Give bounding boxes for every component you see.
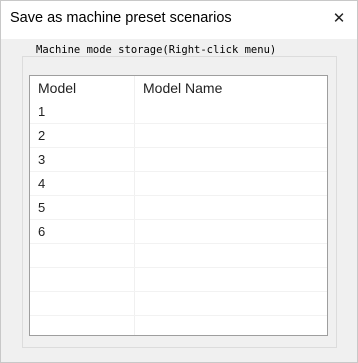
table-row[interactable]: [30, 244, 327, 268]
table-row[interactable]: 4: [30, 172, 327, 196]
group-label: Machine mode storage(Right-click menu): [33, 44, 280, 56]
table-row[interactable]: [30, 292, 327, 316]
column-header-model[interactable]: Model: [38, 80, 76, 96]
close-icon[interactable]: ✕: [328, 7, 350, 29]
model-cell: 2: [38, 128, 46, 143]
table-row[interactable]: 2: [30, 124, 327, 148]
model-cell: 6: [38, 224, 46, 239]
model-table[interactable]: Model Model Name 1 2 3 4 5 6: [29, 75, 328, 336]
table-row[interactable]: 3: [30, 148, 327, 172]
table-row[interactable]: 5: [30, 196, 327, 220]
column-header-model-name[interactable]: Model Name: [143, 80, 222, 96]
table-row[interactable]: [30, 268, 327, 292]
dialog-title: Save as machine preset scenarios: [10, 10, 232, 26]
model-cell: 5: [38, 200, 46, 215]
model-cell: 3: [38, 152, 46, 167]
model-cell: 1: [38, 104, 46, 119]
table-row[interactable]: 6: [30, 220, 327, 244]
save-preset-dialog: Save as machine preset scenarios ✕ Machi…: [0, 0, 358, 363]
model-cell: 4: [38, 176, 46, 191]
title-bar[interactable]: Save as machine preset scenarios ✕: [1, 1, 357, 39]
table-row[interactable]: 1: [30, 100, 327, 124]
